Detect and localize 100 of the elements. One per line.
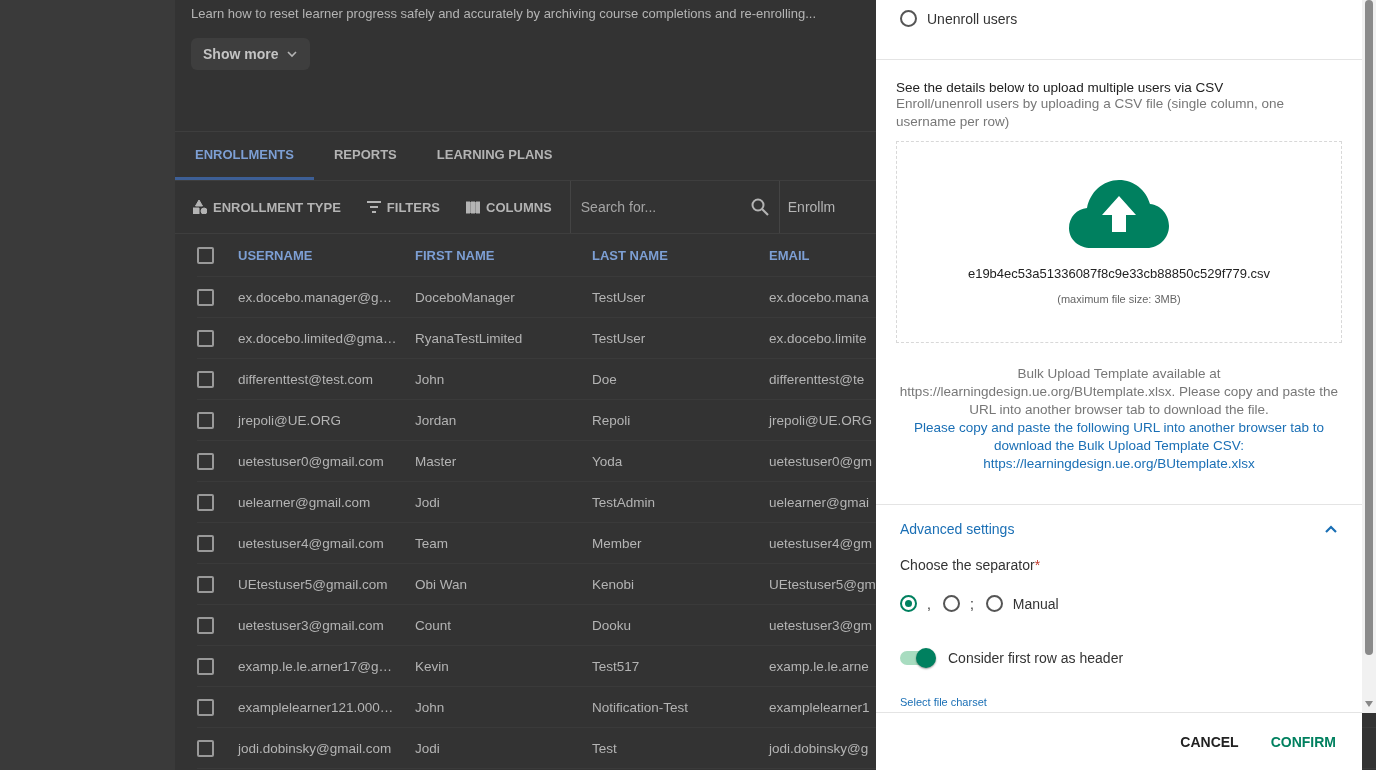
table-cell-text: jodi.dobinsky@gmail.com (238, 740, 393, 756)
table-cell-text: Test517 (592, 658, 641, 674)
table-cell: examp.le.le.arne (769, 658, 869, 674)
checkbox[interactable] (197, 657, 214, 675)
show-more-button[interactable]: Show more (191, 38, 311, 70)
toolbar-button[interactable]: FILTERS (358, 199, 459, 215)
table-cell-text: ex.docebo.manager@g… (238, 289, 394, 305)
column-header[interactable]: LAST NAME (592, 247, 769, 263)
toggle-label: Consider first row as header (948, 650, 1124, 666)
table-cell-text: ex.docebo.limited@gma… (238, 330, 398, 346)
checkbox[interactable] (197, 329, 214, 347)
table-cell-text: John (415, 371, 446, 387)
scrollbar[interactable] (1362, 0, 1376, 713)
toolbar-button[interactable]: COLUMNS (458, 199, 570, 215)
table-cell: ex.docebo.mana (769, 289, 869, 305)
table-cell-text: Count (415, 617, 453, 633)
checkbox[interactable] (197, 698, 214, 716)
charset-link[interactable]: Select file charset (900, 696, 1338, 708)
cloud-upload-icon (1069, 179, 1169, 248)
columns-icon (466, 200, 481, 214)
radio-label[interactable]: Manual (1012, 595, 1059, 612)
search-icon (750, 198, 769, 216)
checkbox[interactable] (197, 534, 214, 552)
table-cell: examplelearner1 (769, 699, 870, 715)
table-cell: uelearner@gmai (769, 494, 869, 510)
table-cell-text: differenttest@test.com (238, 371, 374, 387)
tab[interactable]: LEARNING PLANS (416, 132, 573, 180)
checkbox[interactable] (197, 370, 214, 388)
advanced-settings-toggle[interactable]: Advanced settings (900, 521, 1015, 537)
table-cell-text: Master (415, 453, 458, 469)
tab[interactable]: REPORTS (313, 132, 417, 180)
section-title: See the details below to upload multiple users via CSV (896, 80, 1225, 95)
checkbox[interactable] (197, 246, 214, 264)
table-cell: uetestuser0@gm (769, 453, 872, 469)
radio-button[interactable] (900, 595, 917, 612)
checkbox[interactable] (197, 493, 214, 511)
table-cell-text: jrepoli@UE.ORG (238, 412, 342, 428)
column-header[interactable]: USERNAME (238, 247, 415, 263)
field-label: Choose the separator* (900, 557, 1042, 573)
table-cell-text: Kenobi (592, 576, 636, 592)
chevron-down-icon (286, 48, 299, 60)
table-cell-text: UEtestuser5@gmail.com (238, 576, 389, 592)
table-cell-text: DoceboManager (415, 289, 516, 305)
toolbar-button[interactable]: ENROLLMENT TYPE (185, 199, 359, 215)
upload-dropzone[interactable]: e19b4ec53a51336087f8c9e33cb88850c529f779.csv (maximum file size: 3MB) (896, 141, 1342, 343)
table-cell: uetestuser4@gm (769, 535, 872, 551)
checkbox[interactable] (197, 739, 214, 757)
table-cell-text: Member (592, 535, 643, 551)
cancel-button[interactable]: CANCEL (1170, 725, 1249, 758)
table-cell: uetestuser3@gm (769, 617, 872, 633)
checkbox[interactable] (197, 616, 214, 634)
search-field[interactable]: Search for... (578, 198, 751, 216)
column-header[interactable]: FIRST NAME (415, 247, 592, 263)
file-size-limit: (maximum file size: 3MB) (1057, 292, 1181, 305)
checkbox[interactable] (197, 288, 214, 306)
filter-icon (366, 200, 381, 214)
table-cell: jodi.dobinsky@g (769, 740, 869, 756)
table-cell: UEtestuser5@gm (769, 576, 876, 592)
table-cell-text: examp.le.le.arner17@g… (238, 658, 394, 674)
radio-button[interactable] (900, 10, 917, 27)
table-cell-text: Doe (592, 371, 618, 387)
radio-label[interactable]: ; (969, 595, 974, 612)
table-cell-text: uetestuser3@gmail.com (238, 617, 385, 633)
table-cell-text: examplelearner121.000… (238, 699, 395, 715)
confirm-button[interactable]: CONFIRM (1260, 725, 1346, 758)
table-cell-text: RyanaTestLimited (415, 330, 524, 346)
column-header[interactable]: EMAIL (769, 247, 810, 263)
table-cell-text: uetestuser0@gmail.com (238, 453, 385, 469)
table-cell-text: Dooku (592, 617, 633, 633)
checkbox[interactable] (197, 411, 214, 429)
table-cell-text: TestUser (592, 330, 647, 346)
radio-button[interactable] (985, 595, 1003, 612)
checkbox[interactable] (197, 575, 214, 593)
table-cell-text: John (415, 699, 446, 715)
table-cell-text: Team (415, 535, 449, 551)
table-cell-text: Jodi (415, 740, 441, 756)
table-cell: differenttest@te (769, 371, 865, 387)
shapes-icon (193, 200, 207, 214)
template-link[interactable]: Please copy and paste the following URL into another browser tab to download the Bulk Upload Template CSV: https://learningdesign.ue.org/BUtemplate.xlsx (896, 419, 1342, 473)
table-cell: ex.docebo.limite (769, 330, 867, 346)
toggle-switch[interactable] (900, 651, 934, 665)
section-description: Enroll/unenroll users by uploading a CSV file (single column, one username per row) (896, 95, 1285, 131)
table-cell-text: Obi Wan (415, 576, 469, 592)
radio-label[interactable]: Unenroll users (927, 10, 1018, 27)
tab[interactable]: ENROLLMENTS (175, 132, 314, 180)
course-description: Learn how to reset learner progress safely and accurately by archiving course completions and re-enrolling... (191, 6, 817, 21)
table-cell-text: uetestuser4@gmail.com (238, 535, 385, 551)
template-note: Bulk Upload Template available at https://learningdesign.ue.org/BUtemplate.xlsx. Please copy and paste the URL into another browser tab to download the file. (898, 365, 1340, 419)
table-cell-text: Jordan (415, 412, 458, 428)
table-cell-text: TestAdmin (592, 494, 657, 510)
radio-button[interactable] (942, 595, 960, 612)
file-name: e19b4ec53a51336087f8c9e33cb88850c529f779.csv (967, 265, 1271, 281)
table-cell-text: Yoda (592, 453, 624, 469)
table-cell-text: Kevin (415, 658, 450, 674)
dropdown[interactable]: Enrollm (779, 199, 836, 215)
table-cell-text: uelearner@gmail.com (238, 494, 372, 510)
table-cell-text: TestUser (592, 289, 647, 305)
table-cell-text: Notification-Test (592, 699, 690, 715)
checkbox[interactable] (197, 452, 214, 470)
table-cell-text: Repoli (592, 412, 632, 428)
